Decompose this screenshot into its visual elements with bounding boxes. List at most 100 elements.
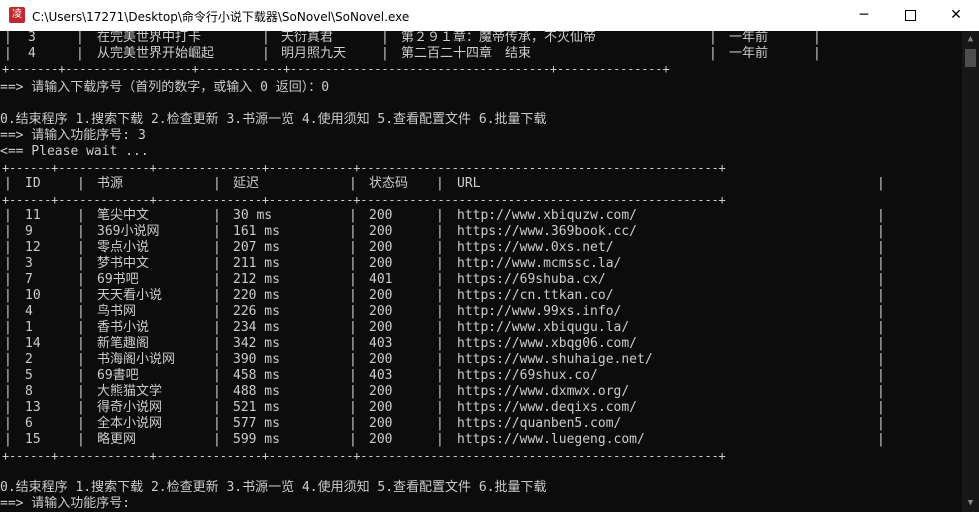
- console-output[interactable]: | 3 | 在完美世界中打卡 | 天衍真君 | 第２９１章：魔帝传承，不灭仙帝 …: [0, 31, 962, 512]
- table-border: +-------+------------------+------------…: [2, 62, 670, 76]
- source-url: https://www.xbqg06.com/: [457, 336, 638, 351]
- source-name: 鸟书网: [97, 304, 137, 319]
- column-separator: |: [77, 224, 85, 239]
- column-separator: |: [4, 336, 12, 351]
- header-id: ID: [25, 176, 41, 191]
- column-separator: |: [877, 240, 885, 255]
- source-id: 3: [25, 256, 33, 271]
- source-name: 得奇小说网: [97, 400, 163, 415]
- header-url: URL: [457, 176, 481, 191]
- column-separator: |: [213, 352, 221, 367]
- source-name: 略更网: [97, 432, 137, 447]
- main-menu: 0.结束程序 1.搜索下载 2.检查更新 3.书源一览 4.使用须知 5.查看配…: [0, 480, 547, 495]
- vertical-scrollbar[interactable]: ▲ ▼: [962, 31, 979, 512]
- source-delay: 521 ms: [233, 400, 280, 415]
- column-separator: |: [213, 416, 221, 431]
- column-separator: |: [436, 320, 444, 335]
- column-separator: |: [877, 288, 885, 303]
- search-row-chapter: 第二百二十四章 结束: [401, 46, 532, 61]
- column-separator: |: [877, 352, 885, 367]
- column-separator: |: [349, 432, 357, 447]
- source-name: 零点小说: [97, 240, 150, 255]
- window-title: C:\Users\17271\Desktop\命令行小说下载器\SoNovel\…: [32, 10, 410, 24]
- source-name: 香书小说: [97, 320, 150, 335]
- app-icon[interactable]: 凌: [9, 7, 25, 23]
- column-separator: |: [77, 304, 85, 319]
- column-separator: |: [4, 416, 12, 431]
- column-separator: |: [213, 272, 221, 287]
- source-status: 200: [369, 384, 393, 399]
- scroll-up-arrow-icon[interactable]: ▲: [962, 31, 979, 48]
- column-separator: |: [4, 272, 12, 287]
- source-name: 全本小说网: [97, 416, 163, 431]
- scroll-thumb[interactable]: [965, 49, 976, 67]
- column-separator: |: [349, 416, 357, 431]
- column-separator: |: [436, 224, 444, 239]
- column-separator: |: [877, 384, 885, 399]
- column-separator: |: [349, 368, 357, 383]
- close-icon: ✕: [950, 7, 962, 23]
- source-delay: 220 ms: [233, 288, 280, 303]
- search-row-author: 明月照九天: [281, 46, 347, 61]
- column-separator: |: [4, 224, 12, 239]
- column-separator: |: [77, 288, 85, 303]
- column-separator: |: [77, 208, 85, 223]
- column-separator: |: [4, 384, 12, 399]
- column-separator: |: [349, 320, 357, 335]
- source-delay: 488 ms: [233, 384, 280, 399]
- source-delay: 207 ms: [233, 240, 280, 255]
- source-status: 200: [369, 224, 393, 239]
- source-delay: 390 ms: [233, 352, 280, 367]
- column-separator: |: [77, 336, 85, 351]
- column-separator: |: [213, 384, 221, 399]
- scroll-down-arrow-icon[interactable]: ▼: [962, 495, 979, 512]
- column-separator: |: [4, 304, 12, 319]
- source-url: http://www.mcmssc.la/: [457, 256, 622, 271]
- column-separator: |: [877, 336, 885, 351]
- column-separator: |: [213, 288, 221, 303]
- table-border: +------+-------------+---------------+--…: [2, 449, 726, 463]
- column-separator: |: [436, 272, 444, 287]
- column-separator: |: [877, 368, 885, 383]
- column-separator: |: [77, 384, 85, 399]
- column-separator: |: [349, 336, 357, 351]
- column-separator: |: [77, 272, 85, 287]
- column-separator: |: [77, 352, 85, 367]
- column-separator: |: [349, 304, 357, 319]
- source-id: 14: [25, 336, 41, 351]
- source-url: https://www.369book.cc/: [457, 224, 638, 239]
- column-separator: |: [877, 400, 885, 415]
- minimize-button[interactable]: ─: [841, 0, 887, 31]
- source-url: http://www.xbiqugu.la/: [457, 320, 630, 335]
- source-id: 9: [25, 224, 33, 239]
- source-url: https://quanben5.com/: [457, 416, 622, 431]
- column-separator: |: [4, 352, 12, 367]
- column-separator: |: [436, 256, 444, 271]
- source-id: 12: [25, 240, 41, 255]
- source-status: 200: [369, 256, 393, 271]
- column-separator: |: [877, 272, 885, 287]
- maximize-icon: [904, 9, 916, 21]
- column-separator: |: [4, 320, 12, 335]
- source-name: 大熊猫文学: [97, 384, 163, 399]
- header-delay: 延迟: [233, 176, 260, 191]
- column-separator: |: [213, 432, 221, 447]
- function-prompt: ==> 请输入功能序号: 3: [0, 128, 146, 143]
- close-button[interactable]: ✕: [933, 0, 979, 31]
- window-titlebar[interactable]: 凌 C:\Users\17271\Desktop\命令行小说下载器\SoNove…: [0, 0, 979, 31]
- source-status: 200: [369, 400, 393, 415]
- source-url: https://www.dxmwx.org/: [457, 384, 630, 399]
- column-separator: |: [349, 288, 357, 303]
- source-id: 7: [25, 272, 33, 287]
- source-status: 200: [369, 352, 393, 367]
- maximize-button[interactable]: [887, 0, 933, 31]
- column-separator: |: [349, 224, 357, 239]
- header-status: 状态码: [369, 176, 409, 191]
- function-prompt-input[interactable]: ==> 请输入功能序号:: [0, 496, 130, 512]
- search-row-index: 3: [28, 31, 36, 45]
- source-delay: 226 ms: [233, 304, 280, 319]
- search-row-updated: 一年前: [729, 31, 769, 45]
- search-row-author: 天衍真君: [281, 31, 334, 45]
- table-border: +------+-------------+---------------+--…: [2, 193, 726, 207]
- table-border: +------+-------------+---------------+--…: [2, 161, 726, 175]
